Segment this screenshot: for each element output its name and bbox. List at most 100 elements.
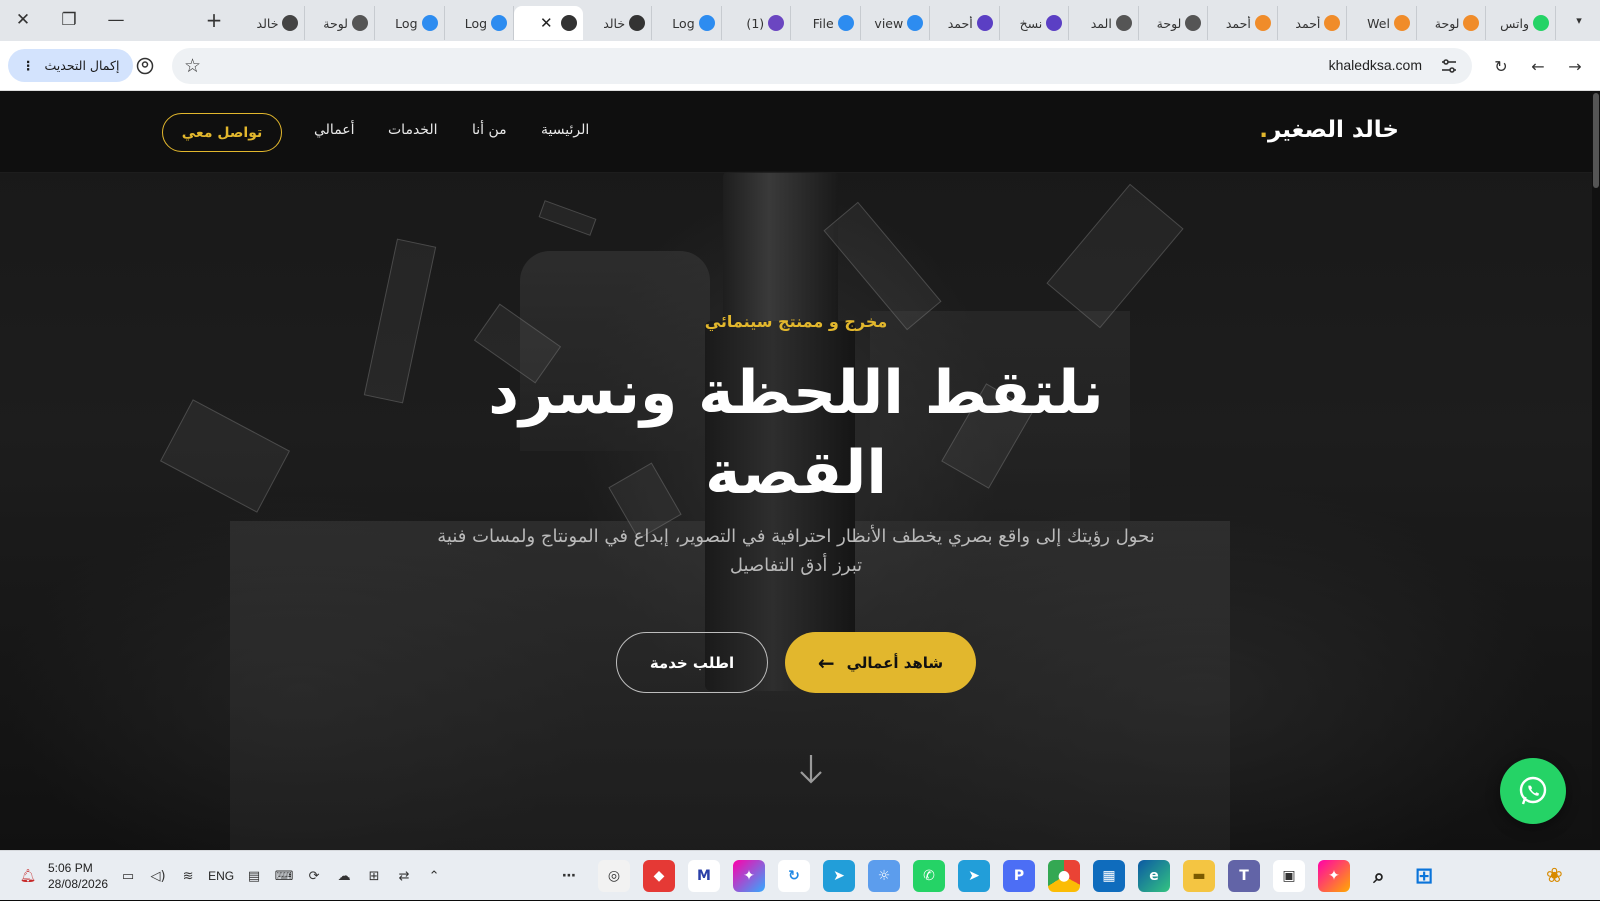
finish-update-button[interactable]: ⋮ إكمال التحديث (8, 49, 134, 82)
browser-tab[interactable]: Log (652, 6, 722, 40)
browser-tab[interactable]: view (861, 6, 931, 40)
screenshot-app-icon[interactable]: ◎ (598, 860, 630, 892)
h-logo-icon (976, 15, 993, 31)
browser-tab[interactable]: خالد (583, 6, 653, 40)
scroll-down-arrow-icon[interactable] (796, 751, 826, 787)
browser-tab[interactable]: أحمد (1278, 6, 1348, 40)
reload-icon[interactable]: ↻ (1488, 53, 1514, 79)
news-widget-icon[interactable]: ❀ (1546, 863, 1563, 887)
tab-active[interactable]: ✕ (514, 6, 583, 40)
tablet-mode-icon[interactable]: ▤ (244, 866, 264, 886)
browser-tab[interactable]: Wel (1347, 6, 1417, 40)
nav-home[interactable]: الرئيسية (541, 122, 589, 138)
microsoft-store-icon[interactable]: ▦ (1093, 860, 1125, 892)
site-settings-icon[interactable] (1440, 57, 1458, 75)
tab-title: واتس (1500, 15, 1529, 31)
browser-tab[interactable]: أحمد (1208, 6, 1278, 40)
nav-services[interactable]: الخدمات (388, 122, 438, 138)
nav-about[interactable]: من أنا (472, 122, 507, 138)
browser-tab[interactable]: (1) (722, 6, 792, 40)
hero-description: نحول رؤيتك إلى واقع بصري يخطف الأنظار اح… (437, 526, 1155, 576)
browser-tab[interactable]: File (791, 6, 861, 40)
site-header: .خالد الصغير الرئيسية من أنا الخدمات أعم… (0, 91, 1592, 173)
browser-tab[interactable]: خالد (236, 6, 306, 40)
blue-circle-icon (491, 15, 508, 31)
clock-time: 5:06 PM (48, 861, 93, 875)
view-works-label: شاهد أعمالي (846, 653, 944, 672)
task-view-icon[interactable]: ▣ (1273, 860, 1305, 892)
browser-tab[interactable]: Log (375, 6, 445, 40)
blue-circle-icon (907, 15, 924, 31)
m-app-icon[interactable]: M (688, 860, 720, 892)
show-hidden-icons-chevron-up-icon[interactable]: ⌃ (424, 866, 444, 886)
browser-tab[interactable]: المد (1069, 6, 1139, 40)
browser-tab[interactable]: واتس (1486, 6, 1556, 40)
profile-icon[interactable] (132, 53, 158, 79)
tab-title: نسخ (1019, 15, 1043, 31)
photo-icon (560, 15, 577, 31)
telegram-icon[interactable]: ➤ (823, 860, 855, 892)
tab-title: لوحة (323, 15, 348, 31)
sync-app-icon[interactable]: ↻ (778, 860, 810, 892)
chrome-icon[interactable]: ● (1048, 860, 1080, 892)
browser-tab[interactable]: لوحة (305, 6, 375, 40)
anydesk-icon[interactable]: ◆ (643, 860, 675, 892)
request-service-button[interactable]: اطلب خدمة (616, 632, 768, 693)
address-bar[interactable]: ☆ khaledksa.com (172, 48, 1472, 84)
file-explorer-icon[interactable]: ▬ (1183, 860, 1215, 892)
hero-title: نلتقط اللحظة ونسرد القصة (488, 358, 1104, 508)
hero-tagline: مخرج و ممنتج سينمائي (704, 312, 888, 331)
weather-widget-icon[interactable]: ☼ (868, 860, 900, 892)
clock-date: 28/08/2026 (48, 877, 109, 891)
search-icon[interactable]: ⌕ (1363, 860, 1395, 892)
more-apps-icon[interactable]: ⋯ (553, 860, 585, 892)
new-tab-button[interactable]: + (199, 6, 229, 34)
blue-circle-icon (421, 15, 438, 31)
forward-arrow-icon[interactable]: → (1562, 53, 1588, 79)
contact-me-button[interactable]: تواصل معي (162, 113, 282, 152)
browser-tab[interactable]: نسخ (1000, 6, 1070, 40)
tab-search-icon[interactable]: ▾ (1564, 6, 1594, 34)
bookmark-star-icon[interactable]: ☆ (184, 55, 201, 77)
view-works-button[interactable]: ← شاهد أعمالي (785, 632, 976, 693)
site-logo[interactable]: .خالد الصغير (1259, 117, 1399, 143)
browser-tab[interactable]: أحمد (930, 6, 1000, 40)
notification-bell-icon[interactable]: 🔔︎ (18, 866, 38, 886)
copilot-pre-icon[interactable]: ✦ (1318, 860, 1350, 892)
keyboard-icon[interactable]: ⌨ (274, 866, 294, 886)
tab-title: أحمد (1295, 15, 1321, 31)
browser-tab[interactable]: لوحة (1139, 6, 1209, 40)
telegram-desktop-icon[interactable]: ➤ (958, 860, 990, 892)
app-tray-icon[interactable]: ⊞ (364, 866, 384, 886)
onedrive-icon[interactable]: ☁ (334, 866, 354, 886)
input-language[interactable]: ENG (208, 869, 234, 883)
transfer-icon[interactable]: ⇄ (394, 866, 414, 886)
restore-window-icon[interactable]: ❐ (54, 6, 84, 34)
close-tab-icon[interactable]: ✕ (540, 14, 553, 32)
windows-start-icon[interactable]: ⊞ (1408, 860, 1440, 892)
tab-title: File (812, 15, 834, 31)
tab-title: خالد (603, 15, 626, 31)
nav-works[interactable]: أعمالي (314, 122, 355, 138)
minimize-window-icon[interactable]: — (101, 6, 131, 34)
edge-icon[interactable]: e (1138, 860, 1170, 892)
tab-title: Wel (1367, 15, 1390, 31)
wifi-icon[interactable]: ≋ (178, 866, 198, 886)
whatsapp-icon (1533, 15, 1549, 31)
browser-tab[interactable]: Log (445, 6, 515, 40)
browser-tab[interactable]: لوحة (1417, 6, 1487, 40)
sync-icon[interactable]: ⟳ (304, 866, 324, 886)
clock[interactable]: 5:06 PM 28/08/2026 (48, 860, 108, 892)
close-window-icon[interactable]: ✕ (8, 6, 38, 34)
p-app-icon[interactable]: P (1003, 860, 1035, 892)
copilot-icon[interactable]: ✦ (733, 860, 765, 892)
teams-icon[interactable]: T (1228, 860, 1260, 892)
orange-logo-icon (1254, 15, 1271, 31)
page-scrollbar[interactable] (1592, 91, 1600, 850)
avatar-icon (282, 15, 299, 31)
battery-icon[interactable]: ▭ (118, 866, 138, 886)
volume-icon[interactable]: ◁) (148, 866, 168, 886)
whatsapp-app-icon[interactable]: ✆ (913, 860, 945, 892)
whatsapp-chat-button[interactable] (1500, 758, 1566, 824)
back-arrow-icon[interactable]: ← (1525, 53, 1551, 79)
